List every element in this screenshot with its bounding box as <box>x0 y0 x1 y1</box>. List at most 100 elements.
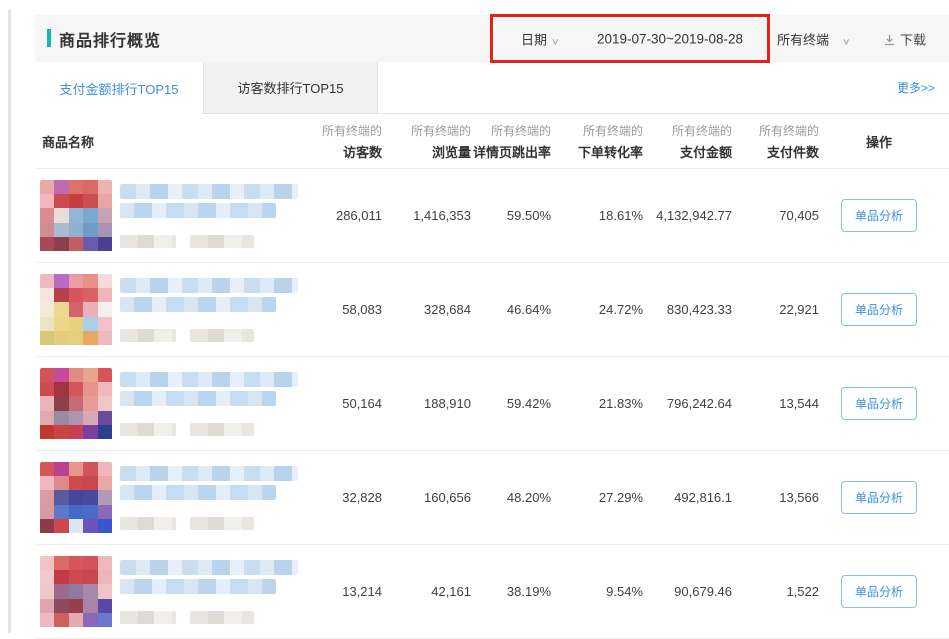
more-link[interactable]: 更多>> <box>897 79 935 96</box>
blurred-title-line-2 <box>120 297 276 312</box>
terminal-filter-value: 所有终端 <box>777 32 829 47</box>
cell-detail-bounce-rate: 38.19% <box>471 584 551 599</box>
download-label: 下载 <box>900 32 926 47</box>
cell-payment-item-count: 70,405 <box>732 208 819 223</box>
single-item-analysis-button[interactable]: 单品分析 <box>841 199 917 232</box>
single-item-analysis-button[interactable]: 单品分析 <box>841 387 917 420</box>
cell-visitors: 50,164 <box>300 396 382 411</box>
single-item-analysis-button[interactable]: 单品分析 <box>841 481 917 514</box>
blurred-subinfo-line <box>120 329 300 342</box>
column-header-action: 操作 <box>819 132 939 151</box>
tab-payment-amount-ranking[interactable]: 支付金额排行TOP15 <box>35 62 203 114</box>
cell-pageviews: 188,910 <box>382 396 471 411</box>
cell-payment-item-count: 1,522 <box>732 584 819 599</box>
cell-payment-item-count: 13,544 <box>732 396 819 411</box>
cell-payment-amount: 90,679.46 <box>643 584 732 599</box>
terminal-filter-dropdown[interactable]: 所有终端 ∨ <box>777 29 850 48</box>
product-thumbnail[interactable] <box>40 462 112 534</box>
table-body: 286,011 1,416,353 59.50% 18.61% 4,132,94… <box>35 169 949 639</box>
blurred-subinfo-line <box>120 517 300 530</box>
blurred-title-line-1 <box>120 184 298 199</box>
product-name-blurred <box>120 372 300 436</box>
table-row: 32,828 160,656 48.20% 27.29% 492,816.1 1… <box>35 451 949 545</box>
column-header-metric-1: 所有终端的浏览量 <box>382 122 471 161</box>
column-header-metric-5: 所有终端的支付件数 <box>732 122 819 161</box>
chevron-down-icon: ∨ <box>842 36 851 47</box>
cell-payment-item-count: 22,921 <box>732 302 819 317</box>
product-ranking-panel: 商品排行概览 日期 ∨ 2019-07-30~2019-08-28 所有终端 ∨ 下… <box>35 15 949 639</box>
product-name-cell <box>35 180 300 252</box>
table-row: 286,011 1,416,353 59.50% 18.61% 4,132,94… <box>35 169 949 263</box>
blurred-subinfo-line <box>120 611 300 624</box>
blurred-title-line-2 <box>120 203 276 218</box>
cell-visitors: 32,828 <box>300 490 382 505</box>
cell-order-conversion-rate: 21.83% <box>551 396 643 411</box>
column-header-metric-2: 所有终端的详情页跳出率 <box>471 122 551 161</box>
cell-pageviews: 160,656 <box>382 490 471 505</box>
product-thumbnail[interactable] <box>40 368 112 440</box>
column-header-metric-4: 所有终端的支付金额 <box>643 122 732 161</box>
blurred-title-line-1 <box>120 372 298 387</box>
blurred-title-line-2 <box>120 579 276 594</box>
cell-order-conversion-rate: 24.72% <box>551 302 643 317</box>
product-thumbnail[interactable] <box>40 556 112 628</box>
cell-order-conversion-rate: 9.54% <box>551 584 643 599</box>
download-button[interactable]: 下载 <box>883 29 926 48</box>
blurred-title-line-1 <box>120 278 298 293</box>
product-name-cell <box>35 556 300 628</box>
blurred-title-line-2 <box>120 485 276 500</box>
single-item-analysis-button[interactable]: 单品分析 <box>841 293 917 326</box>
product-thumbnail[interactable] <box>40 180 112 252</box>
cell-detail-bounce-rate: 59.42% <box>471 396 551 411</box>
cell-detail-bounce-rate: 46.64% <box>471 302 551 317</box>
cell-pageviews: 1,416,353 <box>382 208 471 223</box>
product-name-cell <box>35 368 300 440</box>
blurred-title-line-1 <box>120 560 298 575</box>
cell-pageviews: 42,161 <box>382 584 471 599</box>
product-name-cell <box>35 462 300 534</box>
blurred-subinfo-line <box>120 423 300 436</box>
date-range-value[interactable]: 2019-07-30~2019-08-28 <box>597 31 743 46</box>
download-icon <box>883 33 896 46</box>
chevron-down-icon: ∨ <box>551 36 560 47</box>
product-name-blurred <box>120 466 300 530</box>
single-item-analysis-button[interactable]: 单品分析 <box>841 575 917 608</box>
tab-bar-filler: 更多>> <box>378 62 949 114</box>
tab-bar: 支付金额排行TOP15 访客数排行TOP15 更多>> <box>35 62 949 114</box>
cell-visitors: 13,214 <box>300 584 382 599</box>
cell-payment-amount: 796,242.64 <box>643 396 732 411</box>
column-header-metric-3: 所有终端的下单转化率 <box>551 122 643 161</box>
title-accent-bar <box>47 29 51 47</box>
column-header-product-name: 商品名称 <box>35 132 300 151</box>
blurred-title-line-1 <box>120 466 298 481</box>
cell-payment-amount: 830,423.33 <box>643 302 732 317</box>
cell-order-conversion-rate: 27.29% <box>551 490 643 505</box>
product-name-blurred <box>120 560 300 624</box>
product-name-blurred <box>120 184 300 248</box>
product-thumbnail[interactable] <box>40 274 112 346</box>
cell-visitors: 58,083 <box>300 302 382 317</box>
page-title: 商品排行概览 <box>59 27 161 51</box>
cell-payment-amount: 4,132,942.77 <box>643 208 732 223</box>
tab-visitor-count-ranking[interactable]: 访客数排行TOP15 <box>203 62 378 114</box>
product-name-blurred <box>120 278 300 342</box>
cell-detail-bounce-rate: 48.20% <box>471 490 551 505</box>
cell-order-conversion-rate: 18.61% <box>551 208 643 223</box>
cell-visitors: 286,011 <box>300 208 382 223</box>
cell-payment-amount: 492,816.1 <box>643 490 732 505</box>
product-name-cell <box>35 274 300 346</box>
table-row: 58,083 328,684 46.64% 24.72% 830,423.33 … <box>35 263 949 357</box>
panel-header: 商品排行概览 日期 ∨ 2019-07-30~2019-08-28 所有终端 ∨ 下… <box>35 15 949 62</box>
date-filter-dropdown[interactable]: 日期 ∨ <box>521 29 559 48</box>
column-header-metric-0: 所有终端的访客数 <box>300 122 382 161</box>
cell-payment-item-count: 13,566 <box>732 490 819 505</box>
page-left-divider <box>8 10 11 633</box>
table-header-row: 商品名称 所有终端的访客数所有终端的浏览量所有终端的详情页跳出率所有终端的下单转… <box>35 114 949 169</box>
table-row: 13,214 42,161 38.19% 9.54% 90,679.46 1,5… <box>35 545 949 639</box>
cell-pageviews: 328,684 <box>382 302 471 317</box>
table-row: 50,164 188,910 59.42% 21.83% 796,242.64 … <box>35 357 949 451</box>
date-filter-label: 日期 <box>521 32 547 47</box>
blurred-title-line-2 <box>120 391 276 406</box>
cell-detail-bounce-rate: 59.50% <box>471 208 551 223</box>
blurred-subinfo-line <box>120 235 300 248</box>
